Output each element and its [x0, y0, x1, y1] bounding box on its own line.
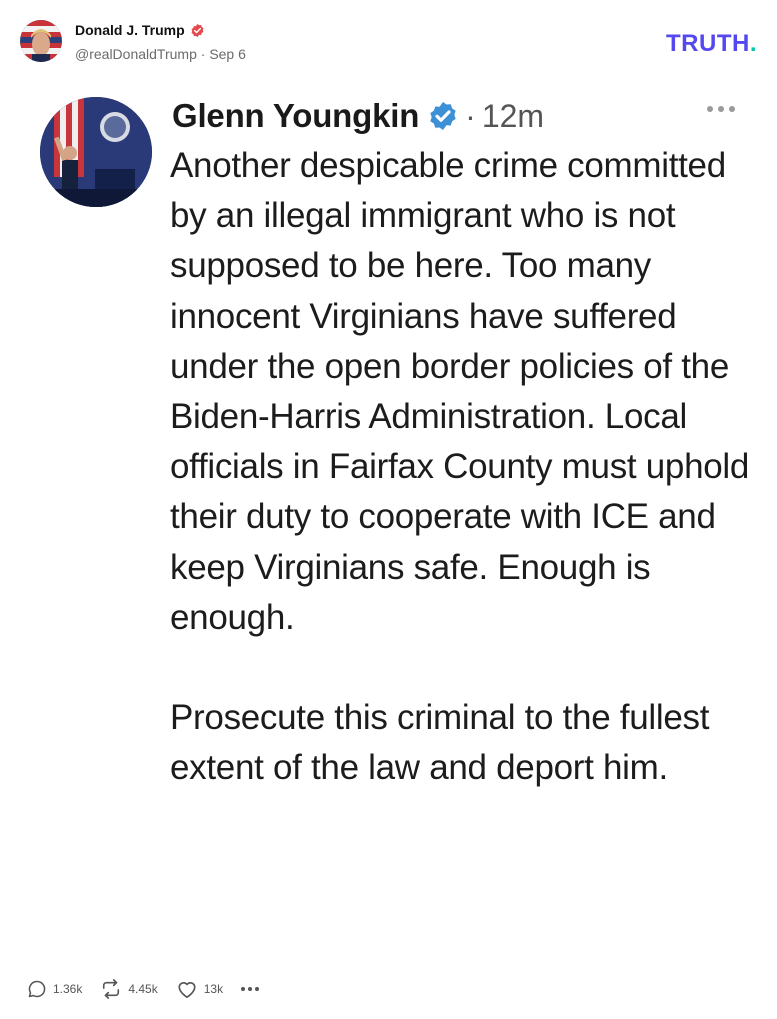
tweet-time: 12m — [481, 97, 545, 134]
retruth-button[interactable]: 4.45k — [100, 979, 158, 999]
tweet-paragraph-2: Prosecute this criminal to the fullest e… — [170, 698, 710, 788]
more-icon — [241, 987, 260, 991]
author-avatar-image — [20, 20, 62, 62]
like-count: 13k — [203, 982, 224, 996]
tweet-author-avatar — [40, 97, 152, 207]
post-date[interactable]: Sep 6 — [209, 46, 246, 62]
author-name[interactable]: Donald J. Trump — [75, 22, 185, 38]
more-button[interactable] — [241, 987, 260, 991]
like-button[interactable]: 13k — [176, 979, 223, 999]
truth-social-logo[interactable]: TRUTH. — [666, 30, 757, 58]
logo-dot: . — [749, 30, 757, 57]
tweet-separator: · — [465, 97, 476, 134]
logo-text: TRUTH — [666, 30, 750, 57]
tweet-body: Another despicable crime committed by an… — [170, 141, 760, 793]
tweet-avatar-image — [40, 97, 152, 207]
heart-icon — [176, 979, 198, 999]
tweet-author-name: Glenn Youngkin — [172, 97, 420, 134]
retruth-count: 4.45k — [128, 982, 158, 996]
reply-count: 1.36k — [53, 982, 83, 996]
author-meta: @realDonaldTrump · Sep 6 — [75, 46, 246, 62]
verified-badge-icon — [190, 23, 205, 38]
reply-button[interactable]: 1.36k — [27, 979, 82, 999]
comment-icon — [27, 979, 47, 999]
tweet-header: Glenn Youngkin · 12m — [172, 94, 544, 138]
retruth-icon — [100, 979, 122, 999]
action-bar: 1.36k 4.45k 13k — [27, 977, 277, 1001]
embedded-tweet-image[interactable]: Glenn Youngkin · 12m Another despicable … — [0, 72, 777, 962]
tweet-verified-icon — [427, 100, 459, 132]
tweet-more-icon — [707, 106, 735, 112]
author-avatar[interactable] — [20, 20, 62, 62]
meta-separator: · — [196, 46, 210, 62]
post-header: Donald J. Trump @realDonaldTrump · Sep 6 — [20, 20, 760, 66]
author-handle[interactable]: @realDonaldTrump — [75, 46, 197, 62]
tweet-paragraph-1: Another despicable crime committed by an… — [170, 146, 750, 637]
